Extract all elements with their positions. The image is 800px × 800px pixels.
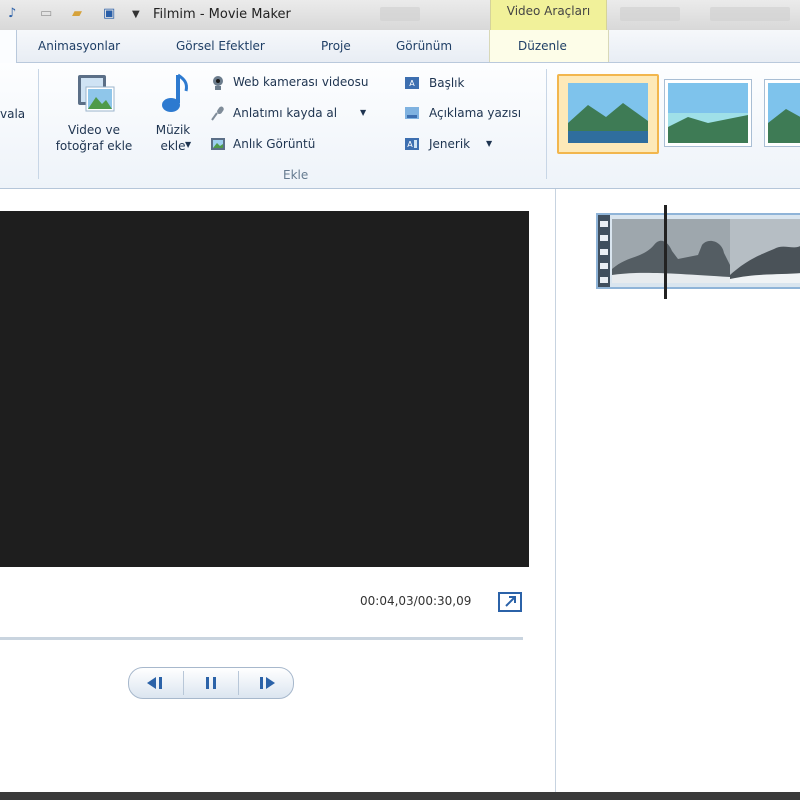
caption-icon bbox=[405, 107, 419, 119]
credits-button[interactable]: Jenerik bbox=[429, 137, 470, 151]
fullscreen-icon[interactable] bbox=[497, 591, 523, 613]
pause-button[interactable] bbox=[184, 668, 238, 698]
ribbon: vala Video ve fotoğraf ekle Müzik ekle ▼… bbox=[0, 63, 800, 189]
tab-visual-effects[interactable]: Görsel Efektler bbox=[176, 39, 265, 53]
clip-thumbnail bbox=[598, 215, 800, 287]
theme-preview-image bbox=[568, 83, 648, 143]
save-icon[interactable]: ▣ bbox=[103, 6, 115, 21]
ribbon-separator bbox=[38, 69, 39, 179]
snapshot-button[interactable]: Anlık Görüntü bbox=[233, 137, 315, 151]
music-note-icon[interactable]: ♪ bbox=[8, 6, 16, 21]
theme-thumbnail-selected[interactable] bbox=[557, 74, 659, 154]
film-photo-icon[interactable] bbox=[74, 73, 116, 115]
webcam-icon bbox=[213, 76, 223, 90]
theme-thumbnail[interactable] bbox=[664, 79, 752, 147]
context-tab-header: Video Araçları bbox=[490, 0, 607, 30]
chevron-down-icon[interactable]: ▼ bbox=[486, 139, 492, 148]
window-bottom-edge bbox=[0, 792, 800, 800]
add-music-button[interactable]: Müzik ekle bbox=[145, 122, 201, 154]
credits-icon: A bbox=[405, 138, 419, 150]
timecode-display: 00:04,03/00:30,09 bbox=[360, 594, 472, 608]
partial-button-label[interactable]: vala bbox=[0, 107, 25, 121]
new-project-icon[interactable]: ▭ bbox=[40, 6, 52, 21]
previous-frame-icon bbox=[147, 677, 162, 689]
snapshot-icon bbox=[211, 138, 225, 150]
title-icon: A bbox=[405, 77, 419, 89]
tab-edit[interactable]: Düzenle bbox=[518, 39, 567, 53]
theme-thumbnail[interactable] bbox=[764, 79, 800, 147]
storyboard-clip[interactable] bbox=[596, 213, 800, 289]
theme-preview-image bbox=[768, 83, 800, 143]
ribbon-separator bbox=[546, 69, 547, 179]
background-window-hint bbox=[380, 7, 420, 21]
next-frame-icon bbox=[260, 677, 275, 689]
theme-preview-image bbox=[668, 83, 748, 143]
chevron-down-icon[interactable]: ▼ bbox=[360, 108, 366, 117]
title-button[interactable]: Başlık bbox=[429, 76, 464, 90]
tab-view[interactable]: Görünüm bbox=[396, 39, 452, 53]
playhead-marker[interactable] bbox=[664, 205, 667, 299]
pause-icon bbox=[206, 677, 216, 689]
chevron-down-icon[interactable]: ▼ bbox=[185, 140, 191, 149]
svg-text:A: A bbox=[407, 140, 413, 149]
music-note-icon[interactable] bbox=[158, 71, 192, 117]
open-folder-icon[interactable]: ▰ bbox=[72, 6, 82, 21]
video-preview-screen[interactable] bbox=[0, 211, 529, 567]
webcam-video-button[interactable]: Web kamerası videosu bbox=[233, 75, 368, 89]
tab-animations[interactable]: Animasyonlar bbox=[38, 39, 120, 53]
tab-project[interactable]: Proje bbox=[321, 39, 351, 53]
record-narration-button[interactable]: Anlatımı kayda al bbox=[233, 106, 337, 120]
next-frame-button[interactable] bbox=[239, 668, 293, 698]
qat-dropdown-icon[interactable]: ▼ bbox=[132, 9, 140, 20]
tab-home-partial[interactable] bbox=[0, 30, 17, 63]
background-window-hint bbox=[710, 7, 790, 21]
background-window-hint bbox=[620, 7, 680, 21]
previous-frame-button[interactable] bbox=[129, 668, 183, 698]
seek-bar[interactable] bbox=[0, 637, 523, 640]
add-video-photo-button[interactable]: Video ve fotoğraf ekle bbox=[46, 122, 142, 154]
window-title: Filmim - Movie Maker bbox=[153, 7, 291, 22]
title-bar: ♪ ▭ ▰ ▣ ▼ Filmim - Movie Maker Video Ara… bbox=[0, 0, 800, 30]
ribbon-tabs: Animasyonlar Görsel Efektler Proje Görün… bbox=[0, 30, 800, 63]
playback-controls bbox=[128, 667, 294, 699]
microphone-icon bbox=[211, 106, 224, 121]
group-label-add: Ekle bbox=[283, 168, 309, 182]
svg-text:A: A bbox=[409, 79, 415, 88]
caption-button[interactable]: Açıklama yazısı bbox=[429, 106, 521, 120]
